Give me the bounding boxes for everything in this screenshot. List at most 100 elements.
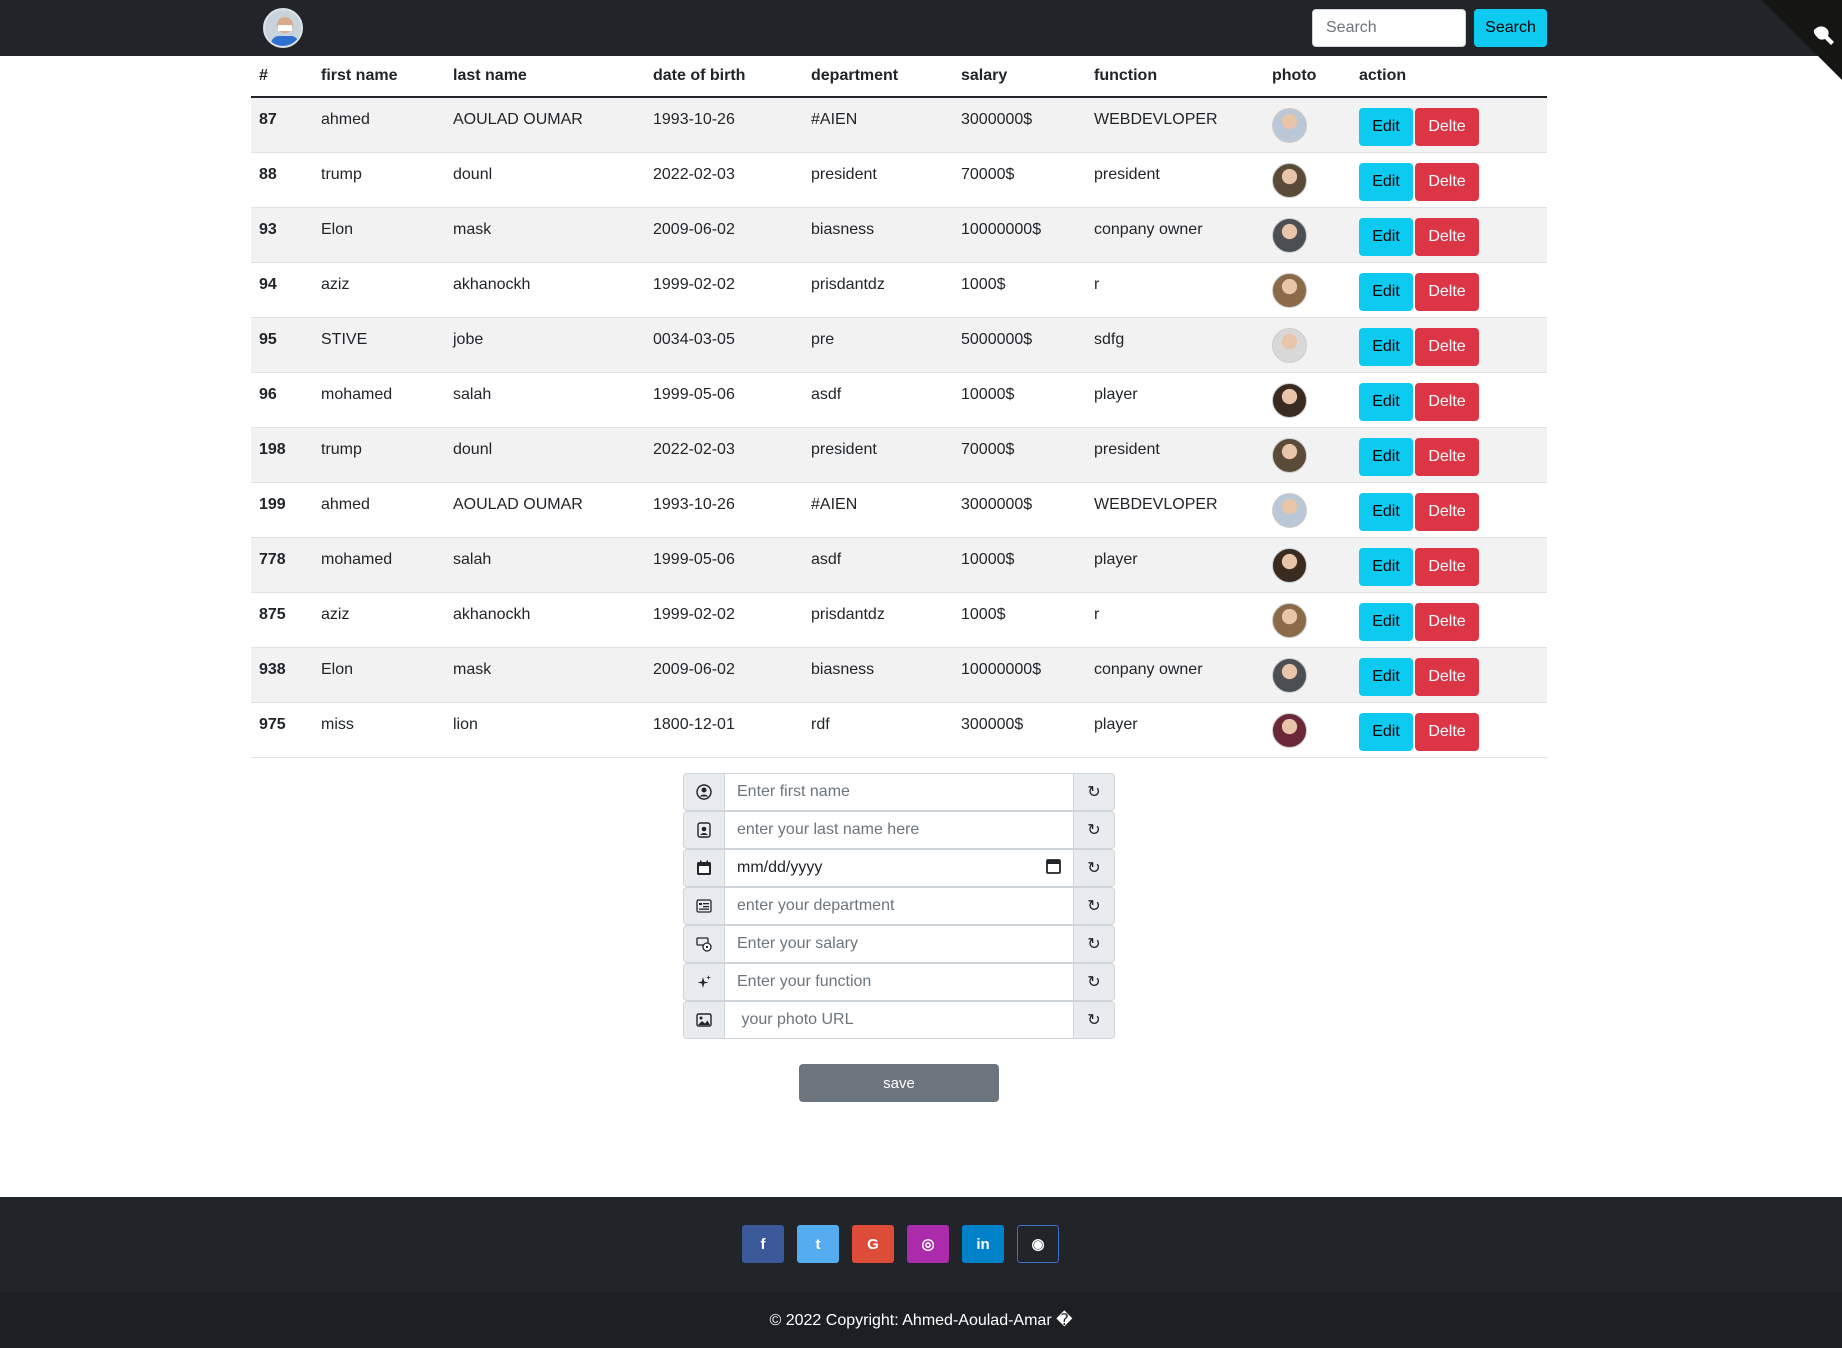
- row-id: 87: [251, 97, 313, 153]
- table-row: 93 Elon mask 2009-06-02 biasness 10000000$ con…: [251, 207, 1547, 263]
- github-icon[interactable]: ◉: [1017, 1225, 1059, 1263]
- github-corner-icon[interactable]: [1762, 0, 1842, 80]
- calendar-icon: [683, 849, 725, 887]
- row-dob: 2009-06-02: [645, 647, 803, 703]
- delete-button[interactable]: Delte: [1415, 437, 1479, 476]
- department-row: ↻: [683, 887, 1115, 925]
- row-first-name: trump: [313, 152, 445, 208]
- row-photo-cell: [1264, 647, 1351, 703]
- row-dob: 1999-05-06: [645, 372, 803, 428]
- edit-button[interactable]: Edit: [1359, 602, 1413, 641]
- photo-row: ↻: [683, 1001, 1115, 1039]
- row-last-name: mask: [445, 647, 645, 703]
- edit-button[interactable]: Edit: [1359, 437, 1413, 476]
- row-last-name: AOULAD OUMAR: [445, 482, 645, 538]
- edit-button[interactable]: Edit: [1359, 327, 1413, 366]
- save-button[interactable]: save: [799, 1064, 999, 1102]
- last-name-input[interactable]: [725, 811, 1073, 849]
- employee-photo: [1272, 108, 1307, 143]
- reset-department-icon[interactable]: ↻: [1073, 887, 1115, 925]
- google-icon[interactable]: G: [852, 1225, 894, 1263]
- employee-table: # first name last name date of birth dep…: [251, 56, 1547, 758]
- delete-button[interactable]: Delte: [1415, 327, 1479, 366]
- row-last-name: akhanockh: [445, 592, 645, 648]
- user-avatar[interactable]: [263, 8, 303, 48]
- reset-last-name-icon[interactable]: ↻: [1073, 811, 1115, 849]
- delete-button[interactable]: Delte: [1415, 382, 1479, 421]
- delete-button[interactable]: Delte: [1415, 492, 1479, 531]
- edit-button[interactable]: Edit: [1359, 108, 1413, 146]
- row-department: asdf: [803, 537, 953, 593]
- row-dob: 2009-06-02: [645, 207, 803, 263]
- row-first-name: aziz: [313, 592, 445, 648]
- table-row: 88 trump dounl 2022-02-03 president 70000$ pre…: [251, 152, 1547, 208]
- edit-button[interactable]: Edit: [1359, 492, 1413, 531]
- reset-function-icon[interactable]: ↻: [1073, 963, 1115, 1001]
- row-salary: 300000$: [953, 702, 1086, 758]
- delete-button[interactable]: Delte: [1415, 162, 1479, 201]
- facebook-icon[interactable]: f: [742, 1225, 784, 1263]
- salary-row: ↻: [683, 925, 1115, 963]
- row-first-name: mohamed: [313, 372, 445, 428]
- twitter-icon[interactable]: t: [797, 1225, 839, 1263]
- employee-form: ↻ ↻ mm/dd/yyyy ↻ ↻ ↻: [683, 773, 1115, 1039]
- row-function: r: [1086, 592, 1264, 648]
- edit-button[interactable]: Edit: [1359, 657, 1413, 696]
- row-photo-cell: [1264, 262, 1351, 318]
- reset-salary-icon[interactable]: ↻: [1073, 925, 1115, 963]
- row-department: biasness: [803, 207, 953, 263]
- photo-url-input[interactable]: [725, 1001, 1073, 1039]
- employee-photo: [1272, 382, 1307, 418]
- delete-button[interactable]: Delte: [1415, 547, 1479, 586]
- edit-button[interactable]: Edit: [1359, 162, 1413, 201]
- row-id: 93: [251, 207, 313, 263]
- delete-button[interactable]: Delte: [1415, 602, 1479, 641]
- reset-dob-icon[interactable]: ↻: [1073, 849, 1115, 887]
- col-id-header: #: [251, 56, 313, 98]
- delete-button[interactable]: Delte: [1415, 712, 1479, 751]
- dob-input[interactable]: mm/dd/yyyy: [725, 849, 1073, 887]
- search-input[interactable]: [1312, 9, 1466, 47]
- row-department: president: [803, 427, 953, 483]
- row-actions: Edit Delte: [1351, 317, 1547, 373]
- row-first-name: ahmed: [313, 97, 445, 153]
- row-department: #AIEN: [803, 482, 953, 538]
- search-button[interactable]: Search: [1474, 9, 1547, 47]
- row-function: player: [1086, 537, 1264, 593]
- row-actions: Edit Delte: [1351, 482, 1547, 538]
- cash-coin-icon: [683, 925, 725, 963]
- date-picker-icon[interactable]: [1046, 858, 1061, 879]
- row-function: sdfg: [1086, 317, 1264, 373]
- delete-button[interactable]: Delte: [1415, 272, 1479, 311]
- table-row: 778 mohamed salah 1999-05-06 asdf 10000$ playe…: [251, 537, 1547, 593]
- row-id: 88: [251, 152, 313, 208]
- row-function: conpany owner: [1086, 647, 1264, 703]
- department-input[interactable]: [725, 887, 1073, 925]
- row-salary: 1000$: [953, 262, 1086, 318]
- row-salary: 3000000$: [953, 97, 1086, 153]
- first-name-input[interactable]: [725, 773, 1073, 811]
- row-photo-cell: [1264, 152, 1351, 208]
- instagram-icon[interactable]: ◎: [907, 1225, 949, 1263]
- edit-button[interactable]: Edit: [1359, 712, 1413, 751]
- row-dob: 1993-10-26: [645, 97, 803, 153]
- image-icon: [683, 1001, 725, 1039]
- delete-button[interactable]: Delte: [1415, 657, 1479, 696]
- delete-button[interactable]: Delte: [1415, 217, 1479, 256]
- function-input[interactable]: [725, 963, 1073, 1001]
- delete-button[interactable]: Delte: [1415, 108, 1479, 146]
- edit-button[interactable]: Edit: [1359, 217, 1413, 256]
- edit-button[interactable]: Edit: [1359, 547, 1413, 586]
- row-salary: 3000000$: [953, 482, 1086, 538]
- col-salary-header: salary: [953, 56, 1086, 98]
- edit-button[interactable]: Edit: [1359, 272, 1413, 311]
- reset-photo-icon[interactable]: ↻: [1073, 1001, 1115, 1039]
- table-header-row: # first name last name date of birth dep…: [251, 56, 1547, 98]
- linkedin-icon[interactable]: in: [962, 1225, 1004, 1263]
- salary-input[interactable]: [725, 925, 1073, 963]
- row-photo-cell: [1264, 482, 1351, 538]
- table-row: 875 aziz akhanockh 1999-02-02 prisdantdz 1000…: [251, 592, 1547, 648]
- row-department: president: [803, 152, 953, 208]
- reset-first-name-icon[interactable]: ↻: [1073, 773, 1115, 811]
- edit-button[interactable]: Edit: [1359, 382, 1413, 421]
